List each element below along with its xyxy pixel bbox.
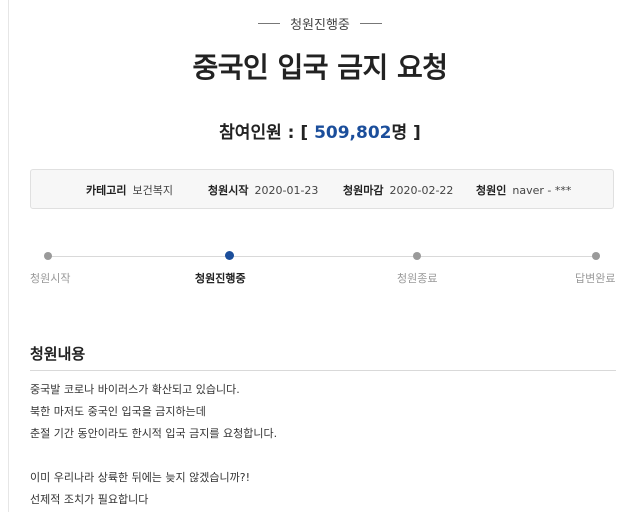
step-label-answered: 답변완료 <box>575 272 616 285</box>
participant-count: 참여인원 : [ 509,802명 ] <box>0 118 640 143</box>
end-label: 청원마감 <box>343 184 384 197</box>
content-blank-line <box>30 447 616 469</box>
status-text: 청원진행중 <box>290 18 350 33</box>
petition-info-box: 카테고리 보건복지 청원시작 2020-01-23 청원마감 2020-02-22 청… <box>30 169 614 209</box>
progress-dot-answered <box>592 252 600 260</box>
content-line: 중국발 코로나 바이러스가 확산되고 있습니다. <box>30 383 240 396</box>
content-heading: 청원내용 <box>30 345 86 363</box>
petitioner-label: 청원인 <box>476 184 507 197</box>
content-divider <box>30 370 616 371</box>
step-label-ended: 청원종료 <box>397 272 438 285</box>
progress-dot-in-progress <box>225 251 234 260</box>
petitioner-value: naver - *** <box>512 184 572 197</box>
step-label-in-progress: 청원진행중 <box>195 272 246 285</box>
category-label: 카테고리 <box>86 184 127 197</box>
info-end-date: 청원마감 2020-02-22 <box>343 182 453 198</box>
petition-content: 중국발 코로나 바이러스가 확산되고 있습니다. 북한 마저도 중국인 입국을 … <box>30 381 616 513</box>
content-line: 북한 마저도 중국인 입국을 금지하는데 <box>30 405 206 418</box>
petition-title: 중국인 입국 금지 요청 <box>192 51 448 84</box>
end-value: 2020-02-22 <box>389 184 454 197</box>
step-label-start: 청원시작 <box>30 272 71 285</box>
status-dash-left <box>258 23 281 24</box>
participant-number: 509,802 <box>314 123 392 143</box>
start-label: 청원시작 <box>208 184 249 197</box>
progress-track <box>47 256 596 257</box>
status-dash-right <box>359 23 382 24</box>
content-line: 춘절 기간 동안이라도 한시적 입국 금지를 요청합니다. <box>30 427 278 440</box>
start-value: 2020-01-23 <box>254 184 319 197</box>
content-line: 선제적 조치가 필요합니다 <box>30 493 149 506</box>
progress-dot-ended <box>413 252 421 260</box>
participant-label: 참여인원 : [ <box>219 123 309 143</box>
participant-suffix: 명 ] <box>391 123 421 143</box>
info-petitioner: 청원인 naver - *** <box>476 182 571 198</box>
info-start-date: 청원시작 2020-01-23 <box>208 182 318 198</box>
content-line: 이미 우리나라 상륙한 뒤에는 늦지 않겠습니까?! <box>30 471 251 484</box>
petition-status: 청원진행중 <box>0 13 640 33</box>
info-category: 카테고리 보건복지 <box>86 182 173 198</box>
progress-dot-start <box>44 252 52 260</box>
category-value: 보건복지 <box>132 184 173 197</box>
